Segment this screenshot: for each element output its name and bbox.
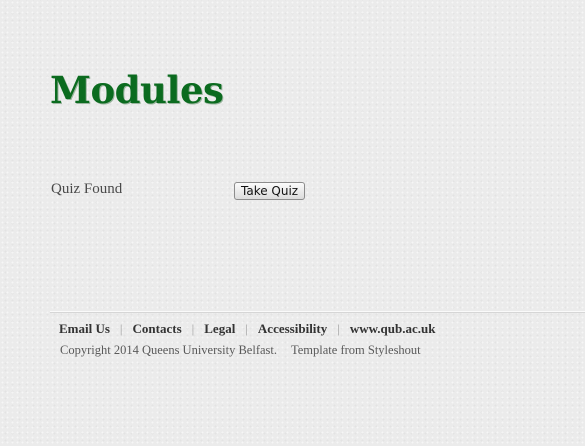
page-title: Modules	[50, 68, 224, 112]
quiz-status-label: Quiz Found	[51, 181, 123, 197]
footer-separator: |	[119, 321, 123, 336]
template-credit-text: Template from Styleshout	[291, 343, 421, 357]
footer-link-legal[interactable]: Legal	[204, 321, 235, 336]
footer-link-email-us[interactable]: Email Us	[59, 321, 110, 336]
footer-copyright: Copyright 2014 Queens University Belfast…	[60, 343, 421, 358]
footer-separator: |	[245, 321, 248, 336]
footer-link-contacts[interactable]: Contacts	[133, 321, 182, 336]
footer-link-accessibility[interactable]: Accessibility	[258, 321, 327, 336]
copyright-text: Copyright 2014 Queens University Belfast…	[60, 343, 277, 357]
take-quiz-button[interactable]: Take Quiz	[234, 182, 306, 200]
footer-link-qub-website[interactable]: www.qub.ac.uk	[350, 321, 436, 336]
footer-separator: |	[337, 321, 340, 336]
footer-separator: |	[191, 321, 195, 336]
footer-divider	[50, 311, 585, 313]
footer-links: Email Us | Contacts | Legal | Accessibility | ww…	[59, 321, 435, 337]
